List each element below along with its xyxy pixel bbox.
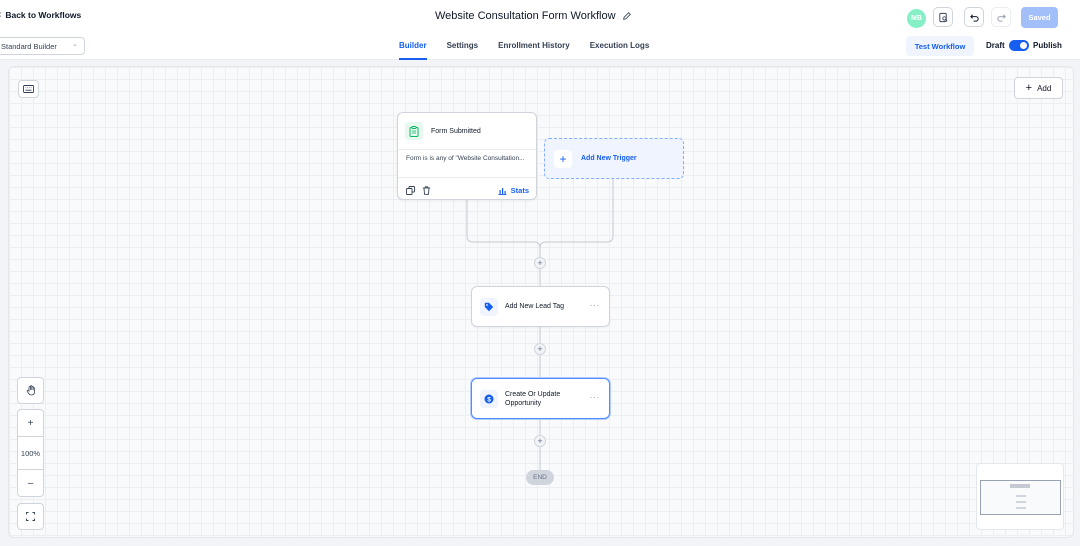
dollar-icon: $ (480, 389, 498, 408)
end-node: END (526, 470, 554, 485)
action-add-lead-tag[interactable]: Add New Lead Tag ··· (471, 286, 610, 327)
trigger-card[interactable]: Form Submitted Form is is any of "Websit… (397, 112, 537, 200)
trigger-description: Form is is any of "Website Consultation.… (406, 155, 525, 162)
action-create-opportunity[interactable]: $ Create Or Update Opportunity ··· (471, 378, 610, 419)
stats-button[interactable]: Stats (498, 186, 529, 195)
fit-view-button[interactable] (17, 503, 44, 530)
minimap-node (1016, 501, 1026, 503)
pan-tool-button[interactable] (17, 377, 44, 404)
clipboard-icon (405, 122, 423, 140)
zoom-level: 100% (17, 437, 44, 469)
fit-view-icon (26, 512, 35, 521)
minimap-node (1010, 484, 1030, 488)
keyboard-shortcuts-button[interactable] (18, 80, 39, 98)
divider (398, 177, 536, 178)
trigger-title: Form Submitted (431, 127, 481, 135)
trigger-connector (466, 200, 541, 249)
add-step-button[interactable]: + (534, 435, 546, 447)
action-label-line2: Opportunity (505, 399, 542, 407)
zoom-out-button[interactable]: – (17, 469, 44, 497)
add-button[interactable]: + Add (1014, 77, 1063, 99)
new-trigger-connector (539, 179, 614, 249)
minus-icon: – (27, 477, 34, 489)
add-step-button[interactable]: + (534, 343, 546, 355)
action-label: Create Or Update Opportunity (505, 390, 560, 408)
divider (398, 149, 536, 150)
trash-icon[interactable] (422, 186, 431, 195)
copy-icon[interactable] (406, 186, 415, 195)
action-label: Add New Lead Tag (505, 303, 565, 310)
tag-icon (480, 297, 498, 316)
add-label: Add (1037, 83, 1052, 93)
stats-label: Stats (510, 186, 529, 195)
plus-icon: + (27, 417, 34, 429)
workflow-connectors (466, 179, 614, 470)
add-new-trigger-button[interactable]: + Add New Trigger (544, 138, 684, 179)
minimap[interactable] (976, 463, 1064, 530)
keyboard-icon (23, 85, 34, 93)
more-options-icon[interactable]: ··· (590, 392, 601, 402)
svg-text:$: $ (487, 396, 491, 403)
zoom-in-button[interactable]: + (17, 409, 44, 437)
trigger-header: Form Submitted (405, 122, 481, 140)
hand-icon (26, 385, 35, 396)
more-options-icon[interactable]: ··· (590, 300, 601, 310)
plus-icon: + (1025, 82, 1033, 94)
plus-icon: + (554, 149, 572, 168)
action-label-line1: Create Or Update (505, 390, 561, 398)
bar-chart-icon (498, 187, 507, 195)
add-step-button[interactable]: + (534, 257, 546, 269)
minimap-node (1016, 507, 1026, 509)
minimap-node (1016, 495, 1026, 497)
add-new-trigger-label: Add New Trigger (581, 155, 637, 162)
